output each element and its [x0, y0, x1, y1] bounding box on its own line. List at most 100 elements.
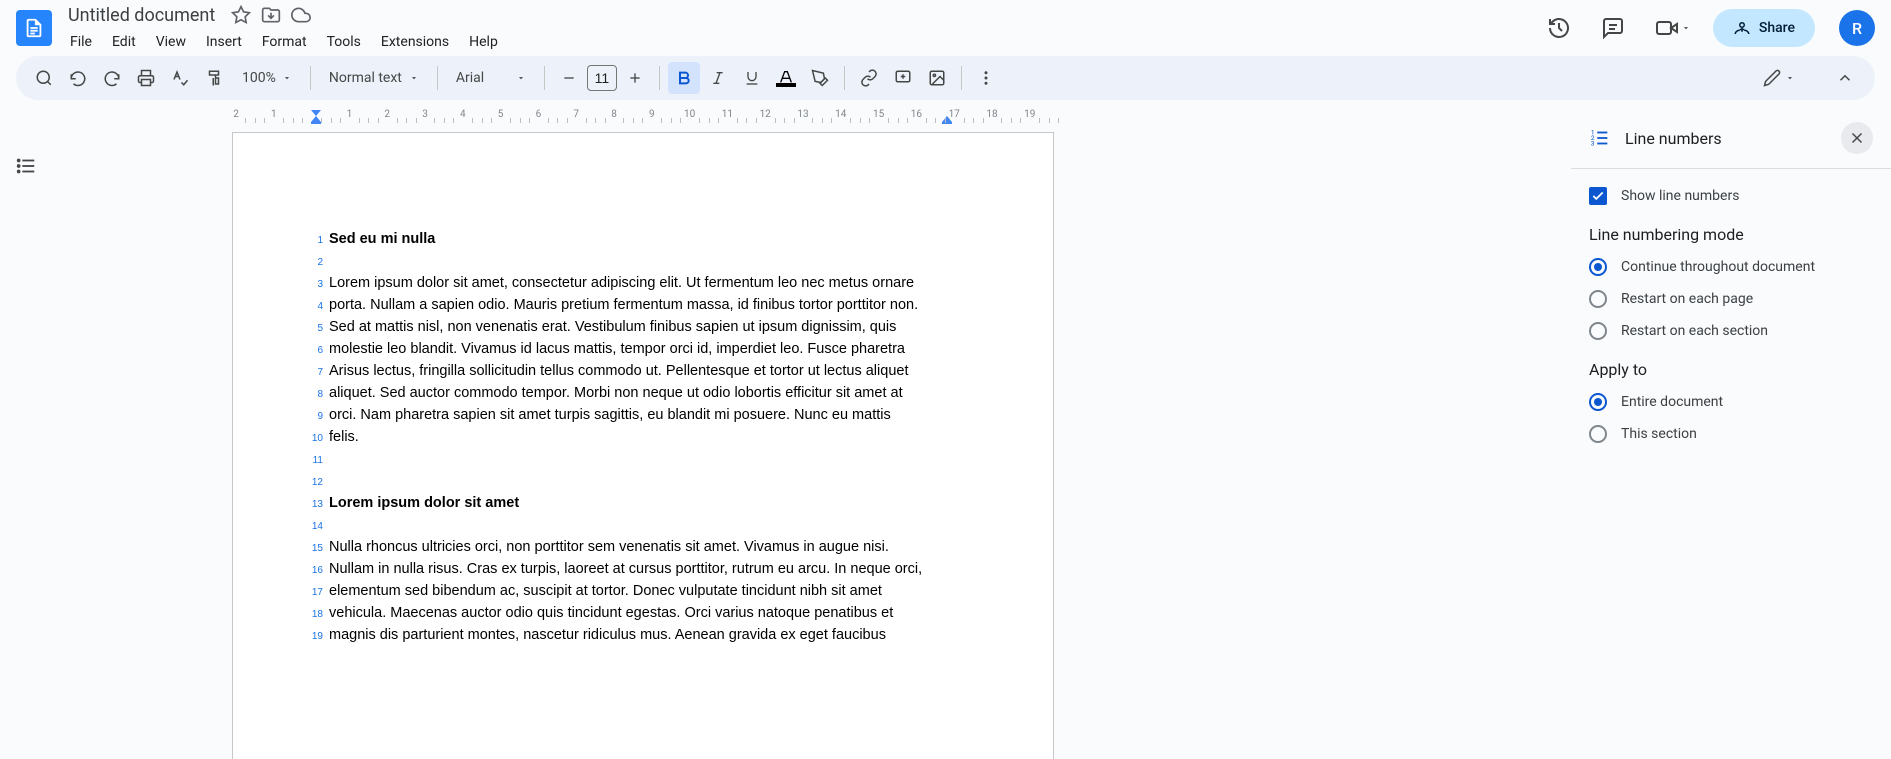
line-number: 15 [299, 539, 323, 559]
line-text[interactable]: aliquet. Sed auctor commodo tempor. Morb… [329, 383, 973, 403]
font-dropdown[interactable]: Arial [446, 62, 536, 94]
star-icon[interactable] [231, 5, 251, 25]
line-text[interactable]: Nulla rhoncus ultricies orci, non portti… [329, 537, 973, 557]
add-comment-icon[interactable] [887, 62, 919, 94]
line-text[interactable]: porta. Nullam a sapien odio. Mauris pret… [329, 295, 973, 315]
ruler-tick [812, 118, 813, 123]
show-line-numbers-checkbox[interactable]: Show line numbers [1589, 187, 1873, 205]
image-icon[interactable] [921, 62, 953, 94]
document-line[interactable]: 10felis. [329, 427, 973, 449]
ruler-tick [642, 118, 643, 123]
line-text[interactable]: Nullam in nulla risus. Cras ex turpis, l… [329, 559, 973, 579]
document-line[interactable]: 12 [329, 471, 973, 493]
menu-view[interactable]: View [148, 30, 194, 54]
print-icon[interactable] [130, 62, 162, 94]
zoom-dropdown[interactable]: 100% [232, 62, 302, 94]
ruler-tick [548, 118, 549, 123]
decrease-font-icon[interactable] [553, 62, 585, 94]
ruler-number: 4 [460, 109, 466, 120]
document-line[interactable]: 13Lorem ipsum dolor sit amet [329, 493, 973, 515]
document-line[interactable]: 7Arisus lectus, fringilla sollicitudin t… [329, 361, 973, 383]
undo-icon[interactable] [62, 62, 94, 94]
collapse-toolbar-icon[interactable] [1827, 60, 1863, 96]
mode-option[interactable]: Continue throughout document [1589, 258, 1873, 276]
ruler-tick [434, 118, 435, 123]
document-line[interactable]: 18vehicula. Maecenas auctor odio quis ti… [329, 603, 973, 625]
line-text[interactable]: Sed at mattis nisl, non venenatis erat. … [329, 317, 973, 337]
underline-icon[interactable] [736, 62, 768, 94]
document-line[interactable]: 1Sed eu mi nulla [329, 229, 973, 251]
ruler[interactable]: 2112345678910111213141516171819 [216, 108, 1246, 124]
more-icon[interactable] [970, 62, 1002, 94]
link-icon[interactable] [853, 62, 885, 94]
document-line[interactable]: 14 [329, 515, 973, 537]
document-title[interactable]: Untitled document [62, 3, 221, 28]
bold-icon[interactable] [668, 62, 700, 94]
document-line[interactable]: 3Lorem ipsum dolor sit amet, consectetur… [329, 273, 973, 295]
increase-font-icon[interactable] [619, 62, 651, 94]
apply-option[interactable]: Entire document [1589, 393, 1873, 411]
italic-icon[interactable] [702, 62, 734, 94]
line-text[interactable]: magnis dis parturient montes, nascetur r… [329, 625, 973, 645]
comments-icon[interactable] [1593, 8, 1633, 48]
document-page[interactable]: 1Sed eu mi nulla2 3Lorem ipsum dolor sit… [232, 132, 1054, 759]
line-text[interactable]: molestie leo blandit. Vivamus id lacus m… [329, 339, 973, 359]
menu-file[interactable]: File [62, 30, 100, 54]
line-text[interactable] [329, 515, 973, 535]
menu-tools[interactable]: Tools [319, 30, 369, 54]
line-text[interactable]: orci. Nam pharetra sapien sit amet turpi… [329, 405, 973, 425]
share-button[interactable]: Share [1713, 9, 1815, 47]
docs-logo[interactable] [16, 10, 52, 46]
document-line[interactable]: 2 [329, 251, 973, 273]
meet-button[interactable] [1647, 8, 1699, 48]
close-sidebar-icon[interactable] [1841, 122, 1873, 154]
document-line[interactable]: 16Nullam in nulla risus. Cras ex turpis,… [329, 559, 973, 581]
apply-section-title: Apply to [1589, 360, 1873, 379]
document-line[interactable]: 6molestie leo blandit. Vivamus id lacus … [329, 339, 973, 361]
document-line[interactable]: 17elementum sed bibendum ac, suscipit at… [329, 581, 973, 603]
line-text[interactable]: vehicula. Maecenas auctor odio quis tinc… [329, 603, 973, 623]
document-line[interactable]: 15Nulla rhoncus ultricies orci, non port… [329, 537, 973, 559]
menu-insert[interactable]: Insert [198, 30, 250, 54]
line-text[interactable]: felis. [329, 427, 973, 447]
ruler-tick [529, 118, 530, 123]
spellcheck-icon[interactable] [164, 62, 196, 94]
line-text[interactable] [329, 471, 973, 491]
document-line[interactable]: 5Sed at mattis nisl, non venenatis erat.… [329, 317, 973, 339]
cloud-icon[interactable] [291, 5, 311, 25]
mode-option[interactable]: Restart on each section [1589, 322, 1873, 340]
menu-extensions[interactable]: Extensions [373, 30, 457, 54]
apply-option[interactable]: This section [1589, 425, 1873, 443]
menu-format[interactable]: Format [254, 30, 315, 54]
avatar[interactable]: R [1839, 10, 1875, 46]
line-text[interactable]: Lorem ipsum dolor sit amet [329, 493, 973, 513]
font-size-input[interactable] [587, 65, 617, 91]
line-text[interactable]: Sed eu mi nulla [329, 229, 973, 249]
document-line[interactable]: 9orci. Nam pharetra sapien sit amet turp… [329, 405, 973, 427]
paint-format-icon[interactable] [198, 62, 230, 94]
line-text[interactable]: elementum sed bibendum ac, suscipit at t… [329, 581, 973, 601]
line-text[interactable] [329, 449, 973, 469]
ruler-left-indent[interactable] [311, 116, 321, 124]
search-icon[interactable] [28, 62, 60, 94]
text-color-icon[interactable] [770, 62, 802, 94]
document-line[interactable]: 4porta. Nullam a sapien odio. Mauris pre… [329, 295, 973, 317]
document-line[interactable]: 8aliquet. Sed auctor commodo tempor. Mor… [329, 383, 973, 405]
line-text[interactable]: Lorem ipsum dolor sit amet, consectetur … [329, 273, 973, 293]
style-dropdown[interactable]: Normal text [319, 62, 429, 94]
line-text[interactable]: Arisus lectus, fringilla sollicitudin te… [329, 361, 973, 381]
redo-icon[interactable] [96, 62, 128, 94]
menu-help[interactable]: Help [461, 30, 506, 54]
mode-option[interactable]: Restart on each page [1589, 290, 1873, 308]
menu-edit[interactable]: Edit [104, 30, 144, 54]
document-line[interactable]: 11 [329, 449, 973, 471]
move-icon[interactable] [261, 5, 281, 25]
editing-mode-button[interactable] [1755, 62, 1803, 94]
history-icon[interactable] [1539, 8, 1579, 48]
document-area[interactable]: 2112345678910111213141516171819 1Sed eu … [52, 108, 1571, 759]
highlight-icon[interactable] [804, 62, 836, 94]
outline-icon[interactable] [8, 148, 44, 184]
line-text[interactable] [329, 251, 973, 271]
ruler-number: 17 [949, 109, 960, 120]
document-line[interactable]: 19magnis dis parturient montes, nascetur… [329, 625, 973, 647]
